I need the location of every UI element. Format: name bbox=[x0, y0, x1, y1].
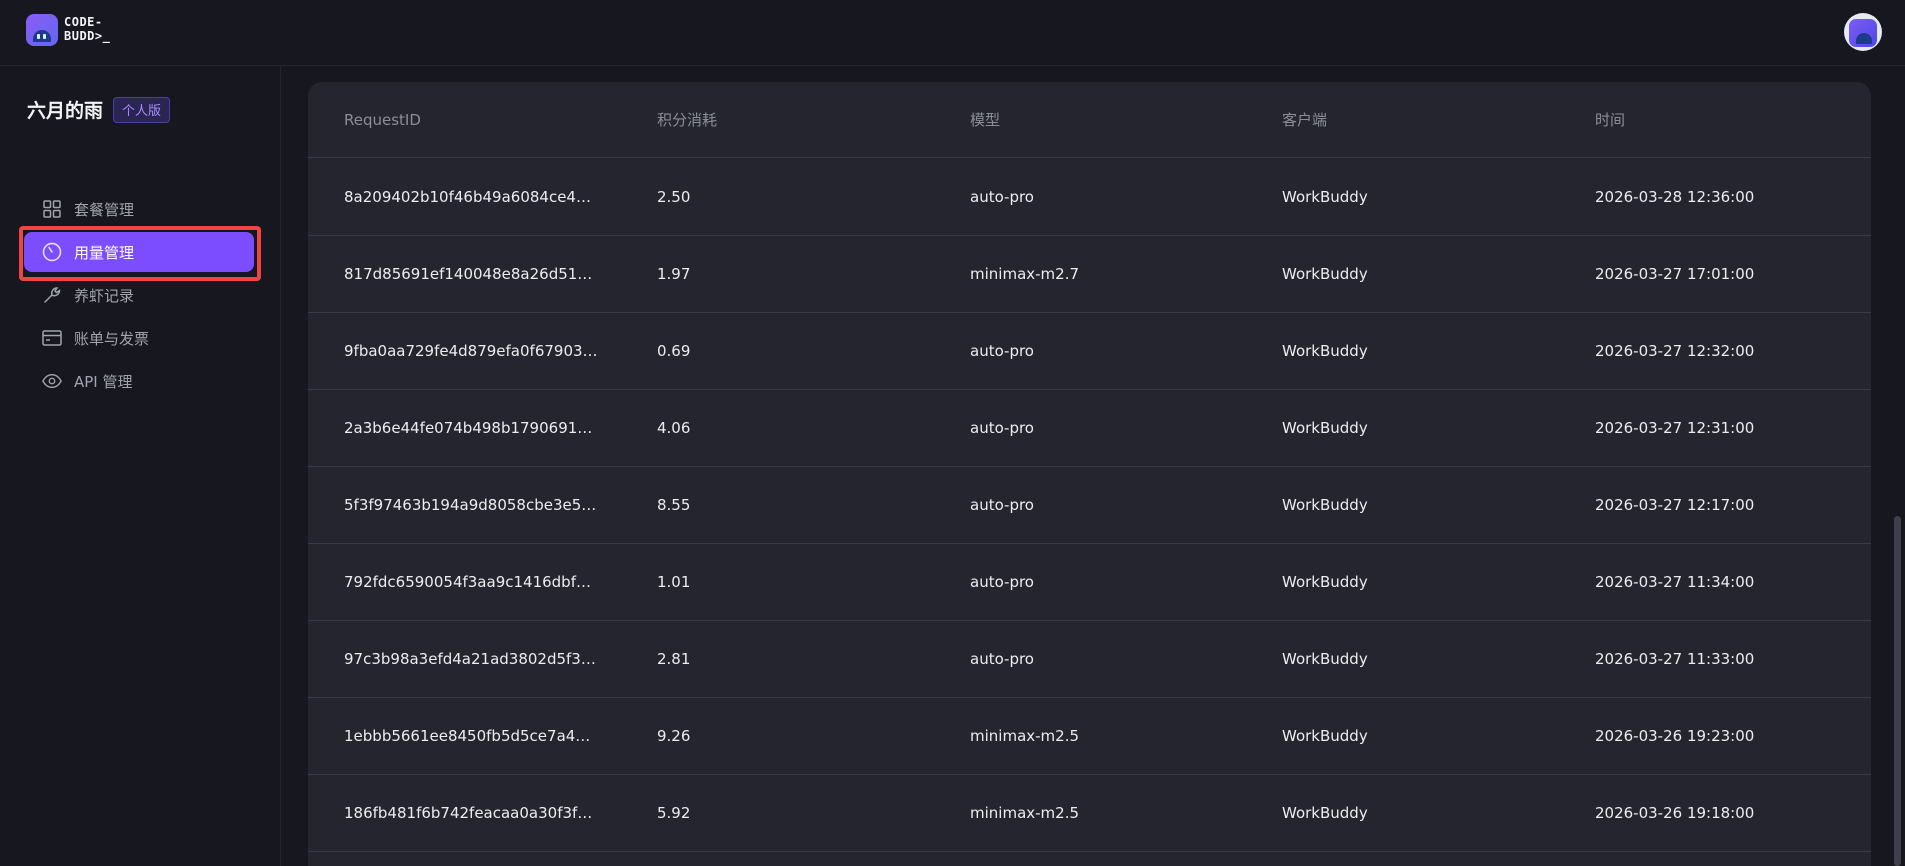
cell-time: 2026-03-27 17:01:00 bbox=[1595, 265, 1755, 283]
cell-model: minimax-m2.7 bbox=[970, 265, 1080, 283]
cell-model: auto-pro bbox=[970, 650, 1034, 668]
cell-requestid: 1ebbb5661ee8450fb5d5ce7a4… bbox=[344, 727, 591, 745]
cell-client: WorkBuddy bbox=[1282, 188, 1368, 206]
brand-line-1: CODE- bbox=[64, 15, 103, 29]
table-row[interactable]: 9fba0aa729fe4d879efa0f67903… 0.69 auto-pro… bbox=[308, 313, 1871, 390]
cell-model: minimax-m2.5 bbox=[970, 727, 1080, 745]
cell-requestid: 9fba0aa729fe4d879efa0f67903… bbox=[344, 342, 598, 360]
cell-requestid: 2a3b6e44fe074b498b1790691… bbox=[344, 419, 593, 437]
cell-requestid: 97c3b98a3efd4a21ad3802d5f3… bbox=[344, 650, 596, 668]
user-avatar[interactable] bbox=[1844, 13, 1882, 51]
cell-client: WorkBuddy bbox=[1282, 573, 1368, 591]
cell-requestid: 8a209402b10f46b49a6084ce4… bbox=[344, 188, 591, 206]
cell-points: 1.97 bbox=[657, 265, 691, 283]
page-scrollbar[interactable] bbox=[1890, 66, 1905, 866]
sidebar-item-label: 账单与发票 bbox=[74, 329, 150, 348]
sidebar-item-api-management[interactable]: API 管理 bbox=[24, 361, 254, 401]
column-header-requestid[interactable]: RequestID bbox=[344, 111, 421, 129]
sidebar-item-plan-management[interactable]: 套餐管理 bbox=[24, 189, 254, 229]
cell-points: 0.69 bbox=[657, 342, 691, 360]
cell-client: WorkBuddy bbox=[1282, 650, 1368, 668]
brand-line-2: BUDD>_ bbox=[64, 29, 111, 43]
card-icon bbox=[42, 328, 62, 348]
cell-time: 2026-03-26 19:18:00 bbox=[1595, 804, 1755, 822]
sidebar-item-label: 套餐管理 bbox=[74, 200, 135, 219]
column-header-points[interactable]: 积分消耗 bbox=[657, 109, 717, 130]
table-row[interactable]: 5f3f97463b194a9d8058cbe3e5… 8.55 auto-pro W… bbox=[308, 467, 1871, 544]
scrollbar-thumb[interactable] bbox=[1894, 516, 1901, 866]
sidebar-item-shrimp-records[interactable]: 养虾记录 bbox=[24, 275, 254, 315]
cell-points: 5.92 bbox=[657, 804, 691, 822]
cell-client: WorkBuddy bbox=[1282, 342, 1368, 360]
cell-points: 2.81 bbox=[657, 650, 691, 668]
codebuddy-logo-icon[interactable] bbox=[26, 14, 58, 46]
cell-time: 2026-03-27 12:31:00 bbox=[1595, 419, 1755, 437]
wrench-icon bbox=[42, 285, 62, 305]
sidebar-item-usage-management[interactable]: 用量管理 bbox=[24, 232, 254, 272]
cell-points: 4.06 bbox=[657, 419, 691, 437]
column-header-client[interactable]: 客户端 bbox=[1282, 109, 1327, 130]
cell-requestid: 5f3f97463b194a9d8058cbe3e5… bbox=[344, 496, 597, 514]
top-bar: CODE- BUDD>_ bbox=[0, 0, 1905, 66]
cell-time: 2026-03-26 19:23:00 bbox=[1595, 727, 1755, 745]
cell-time: 2026-03-27 11:33:00 bbox=[1595, 650, 1755, 668]
grid-icon bbox=[42, 199, 62, 219]
gauge-icon bbox=[42, 242, 62, 262]
cell-client: WorkBuddy bbox=[1282, 727, 1368, 745]
cell-points: 9.26 bbox=[657, 727, 691, 745]
cell-requestid: 186fb481f6b742feacaa0a30f3f… bbox=[344, 804, 593, 822]
sidebar-item-label: API 管理 bbox=[74, 372, 133, 391]
cell-client: WorkBuddy bbox=[1282, 419, 1368, 437]
table-row[interactable]: 2a3b6e44fe074b498b1790691… 4.06 auto-pro Wo… bbox=[308, 390, 1871, 467]
sidebar-item-label: 养虾记录 bbox=[74, 286, 135, 305]
cell-points: 1.01 bbox=[657, 573, 691, 591]
sidebar: 六月的雨 个人版 套餐管理 用量管理 养虾记录 账单与发票 API 管理 bbox=[0, 66, 281, 866]
cell-client: WorkBuddy bbox=[1282, 804, 1368, 822]
cell-requestid: 792fdc6590054f3aa9c1416dbf… bbox=[344, 573, 591, 591]
table-row[interactable]: 8a209402b10f46b49a6084ce4… 2.50 auto-pro Wo… bbox=[308, 159, 1871, 236]
sidebar-item-label: 用量管理 bbox=[74, 243, 135, 262]
cell-client: WorkBuddy bbox=[1282, 265, 1368, 283]
column-header-time[interactable]: 时间 bbox=[1595, 109, 1625, 130]
sidebar-item-billing-invoices[interactable]: 账单与发票 bbox=[24, 318, 254, 358]
cell-points: 8.55 bbox=[657, 496, 691, 514]
cell-time: 2026-03-27 12:32:00 bbox=[1595, 342, 1755, 360]
org-name: 六月的雨 bbox=[27, 100, 104, 122]
table-row[interactable]: 97c3b98a3efd4a21ad3802d5f3… 2.81 auto-pro W… bbox=[308, 621, 1871, 698]
cell-model: auto-pro bbox=[970, 573, 1034, 591]
table-row[interactable]: 817d85691ef140048e8a26d51… 1.97 minimax-m2… bbox=[308, 236, 1871, 313]
table-row[interactable]: 186fb481f6b742feacaa0a30f3f… 5.92 minimax-… bbox=[308, 775, 1871, 852]
cell-points: 2.50 bbox=[657, 188, 691, 206]
table-row[interactable]: 1ebbb5661ee8450fb5d5ce7a4… 9.26 minimax-m2… bbox=[308, 698, 1871, 775]
table-row[interactable]: 792fdc6590054f3aa9c1416dbf… 1.01 auto-pro W… bbox=[308, 544, 1871, 621]
eye-icon bbox=[42, 371, 62, 391]
cell-client: WorkBuddy bbox=[1282, 496, 1368, 514]
cell-time: 2026-03-27 11:34:00 bbox=[1595, 573, 1755, 591]
cell-model: auto-pro bbox=[970, 496, 1034, 514]
usage-table: RequestID 积分消耗 模型 客户端 时间 8a209402b10f46b… bbox=[308, 82, 1871, 866]
org-header: 六月的雨 个人版 bbox=[27, 96, 171, 123]
cell-model: auto-pro bbox=[970, 188, 1034, 206]
table-header: RequestID 积分消耗 模型 客户端 时间 bbox=[308, 82, 1871, 158]
cell-time: 2026-03-27 12:17:00 bbox=[1595, 496, 1755, 514]
cell-model: auto-pro bbox=[970, 342, 1034, 360]
brand-wordmark[interactable]: CODE- BUDD>_ bbox=[64, 15, 128, 43]
cell-model: minimax-m2.5 bbox=[970, 804, 1080, 822]
plan-badge: 个人版 bbox=[113, 96, 171, 123]
cell-model: auto-pro bbox=[970, 419, 1034, 437]
cell-requestid: 817d85691ef140048e8a26d51… bbox=[344, 265, 593, 283]
cell-time: 2026-03-28 12:36:00 bbox=[1595, 188, 1755, 206]
column-header-model[interactable]: 模型 bbox=[970, 109, 1000, 130]
